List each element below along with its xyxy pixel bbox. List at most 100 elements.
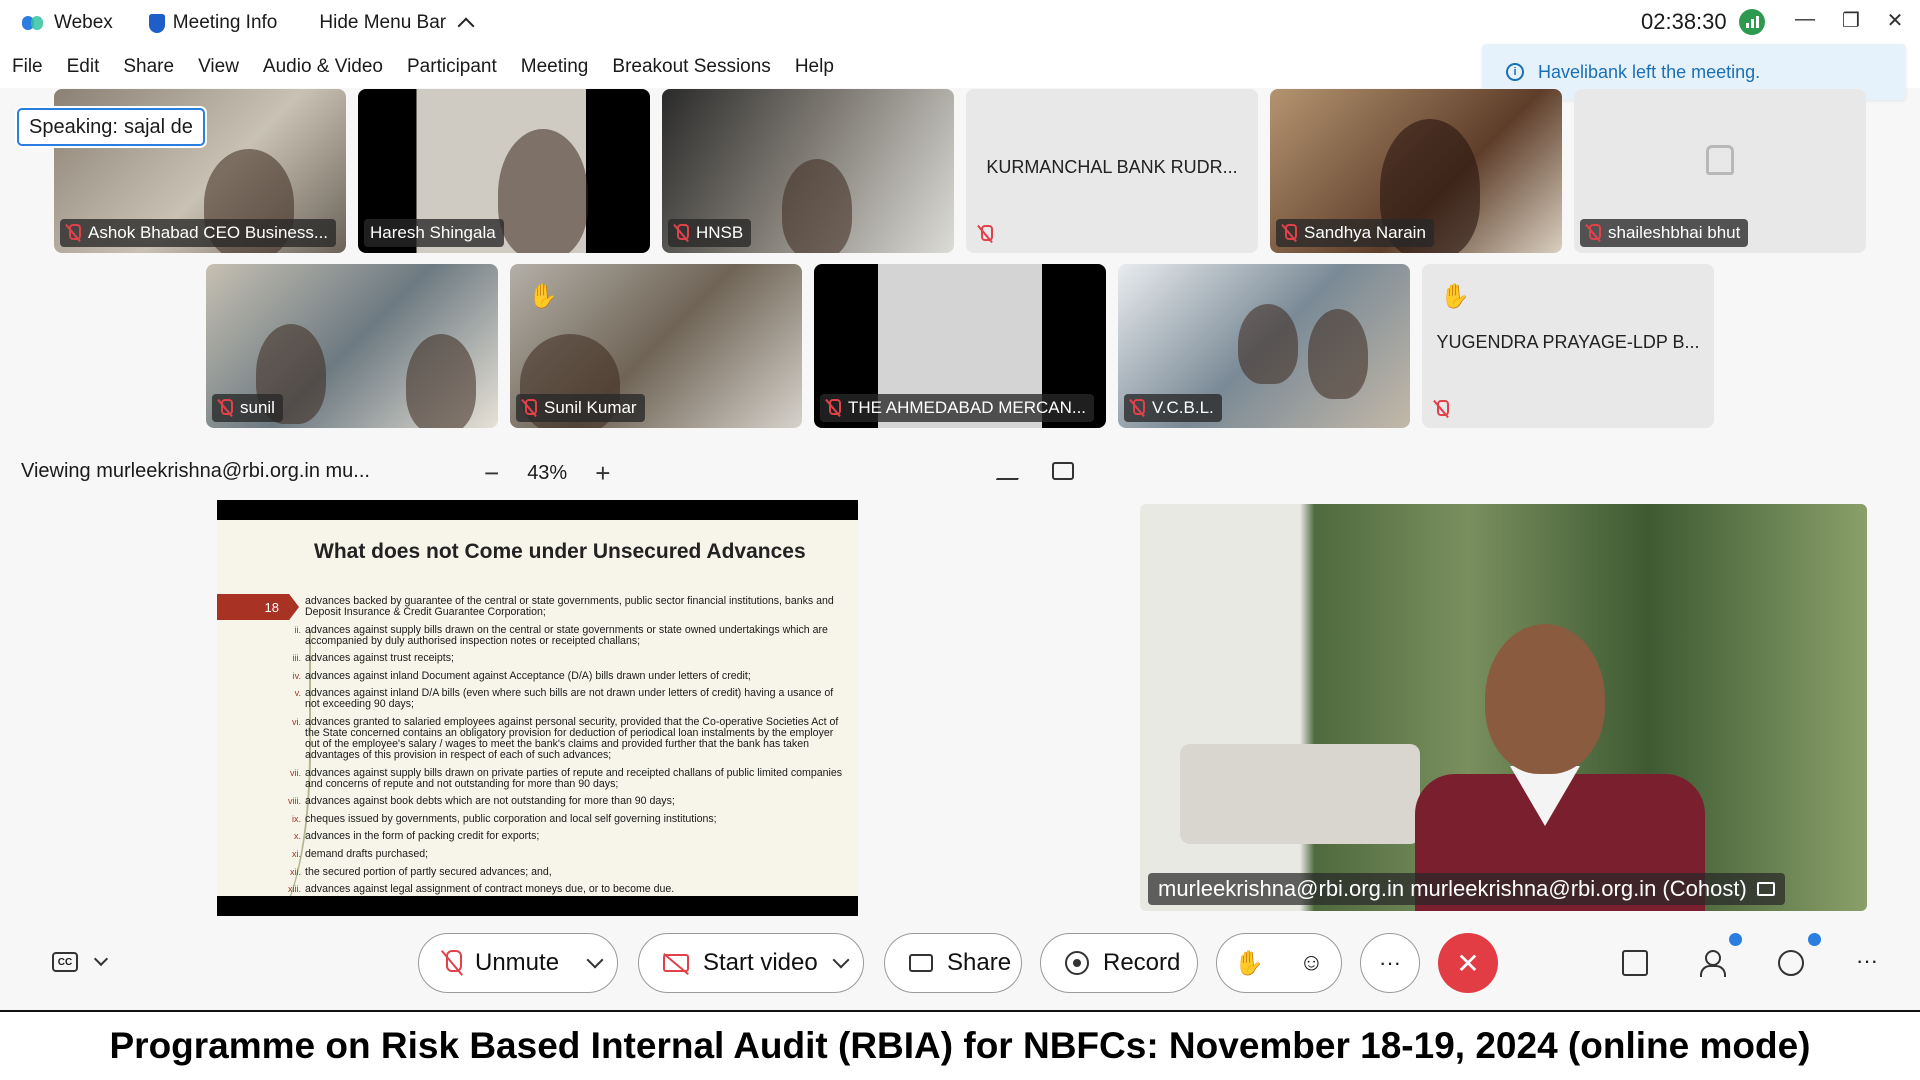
list-item: iii. advances against trust receipts; <box>292 652 454 665</box>
participant-name: sunil <box>240 398 275 417</box>
participant-tile[interactable]: Sandhya Narain <box>1270 89 1562 253</box>
raise-hand-icon[interactable]: ✋ <box>1234 949 1264 978</box>
participant-name: Sandhya Narain <box>1304 223 1426 242</box>
presenter-video[interactable]: murleekrishna@rbi.org.in murleekrishna@r… <box>1140 504 1867 911</box>
chevron-down-icon[interactable] <box>93 951 109 967</box>
end-call-button[interactable]: ✕ <box>1438 933 1498 993</box>
meeting-info-button[interactable]: Meeting Info <box>137 0 290 46</box>
zoom-controls: − 43% + <box>484 458 610 489</box>
participant-name: V.C.B.L. <box>1152 398 1214 417</box>
chevron-down-icon[interactable] <box>586 951 604 969</box>
list-item: viii. advances against book debts which a… <box>288 795 675 808</box>
participant-name-tag: V.C.B.L. <box>1124 394 1222 422</box>
mic-muted-icon <box>218 399 233 417</box>
participant-name: KURMANCHAL BANK RUDR... <box>986 157 1238 177</box>
list-item: xiii. advances against legal assignment o… <box>288 883 675 896</box>
apps-icon[interactable] <box>1622 950 1648 976</box>
mic-muted-icon <box>522 399 537 417</box>
chevron-down-icon[interactable] <box>832 951 850 969</box>
unmute-button[interactable]: Unmute <box>418 933 618 993</box>
meeting-info-label: Meeting Info <box>172 12 278 33</box>
participant-name-tag: Sandhya Narain <box>1276 219 1434 247</box>
list-item: ix. cheques issued by governments, public… <box>292 812 717 825</box>
menu-participant[interactable]: Participant <box>395 46 509 88</box>
connection-signal-icon[interactable] <box>1739 9 1765 35</box>
participant-tile[interactable]: sunil <box>206 264 498 428</box>
participant-tile[interactable]: Haresh Shingala <box>358 89 650 253</box>
slide-list: advances backed by guarantee of the cent… <box>287 596 843 896</box>
close-icon[interactable]: ✕ <box>1880 8 1910 33</box>
menu-help[interactable]: Help <box>783 46 846 88</box>
participant-tile[interactable]: HNSB <box>662 89 954 253</box>
presenter-name-tag: murleekrishna@rbi.org.in murleekrishna@r… <box>1148 873 1785 905</box>
screen-view-options-icon[interactable] <box>1052 462 1074 480</box>
presenter-name: murleekrishna@rbi.org.in murleekrishna@r… <box>1158 876 1747 901</box>
menu-file[interactable]: File <box>0 46 55 88</box>
unmute-label: Unmute <box>475 949 560 976</box>
list-item: vi. advances granted to salaried employee… <box>292 715 839 761</box>
mic-muted-icon <box>1282 224 1297 242</box>
reactions-icon[interactable]: ☺ <box>1299 949 1324 977</box>
start-video-button[interactable]: Start video <box>638 933 864 993</box>
record-icon <box>1065 951 1089 975</box>
chat-badge <box>1808 933 1821 946</box>
closed-captions-icon[interactable]: CC <box>52 952 78 972</box>
hide-menu-label: Hide Menu Bar <box>319 12 447 33</box>
participant-name: Haresh Shingala <box>370 223 496 242</box>
minimize-icon[interactable]: — <box>1790 8 1820 31</box>
raised-hand-icon: ✋ <box>1440 283 1470 310</box>
restore-icon[interactable]: ❐ <box>1836 8 1866 33</box>
menu-view[interactable]: View <box>186 46 251 88</box>
participant-name: YUGENDRA PRAYAGE-LDP B... <box>1436 332 1700 352</box>
speaking-prefix: Speaking: <box>29 115 118 138</box>
zoom-level: 43% <box>527 462 568 484</box>
participant-name-tag: Haresh Shingala <box>364 219 504 247</box>
mic-muted-icon <box>1434 400 1449 418</box>
menu-audio-video[interactable]: Audio & Video <box>251 46 395 88</box>
participant-name-tag: Ashok Bhabad CEO Business... <box>60 219 337 247</box>
more-options-button[interactable]: ··· <box>1360 933 1420 993</box>
participant-tile[interactable]: V.C.B.L. <box>1118 264 1410 428</box>
participant-name: HNSB <box>696 223 744 242</box>
mic-muted-icon <box>674 224 689 242</box>
hide-menu-bar-button[interactable]: Hide Menu Bar <box>307 0 484 46</box>
zoom-in-button[interactable]: + <box>595 458 610 489</box>
menu-edit[interactable]: Edit <box>55 46 112 88</box>
shield-icon <box>148 13 165 33</box>
participant-tile[interactable]: shaileshbhai bhut <box>1574 89 1866 253</box>
start-video-label: Start video <box>703 949 818 976</box>
menu-breakout-sessions[interactable]: Breakout Sessions <box>600 46 782 88</box>
mic-muted-icon <box>443 950 462 976</box>
reactions-group: ✋ ☺ <box>1216 933 1342 993</box>
list-item: v. advances against inland D/A bills (eve… <box>294 687 834 711</box>
menu-share[interactable]: Share <box>111 46 186 88</box>
participant-tile[interactable]: KURMANCHAL BANK RUDR... <box>966 89 1258 253</box>
record-button[interactable]: Record <box>1040 933 1198 993</box>
mic-muted-icon <box>66 224 81 242</box>
popout-icon[interactable] <box>1756 882 1775 896</box>
menu-meeting[interactable]: Meeting <box>509 46 601 88</box>
participant-tile[interactable]: ✋ YUGENDRA PRAYAGE-LDP B... <box>1422 264 1714 428</box>
list-item: x. advances in the form of packing credit… <box>293 830 540 843</box>
mic-muted-icon <box>1586 224 1601 242</box>
participants-icon[interactable] <box>1700 950 1726 977</box>
webex-app-button[interactable]: Webex <box>10 0 125 46</box>
shared-content[interactable]: What does not Come under Unsecured Advan… <box>217 500 858 916</box>
title-bar: Webex Meeting Info Hide Menu Bar 02:38:3… <box>0 0 1920 46</box>
video-off-icon <box>663 954 689 972</box>
zoom-out-button[interactable]: − <box>484 458 499 489</box>
programme-banner: Programme on Risk Based Internal Audit (… <box>0 1010 1920 1080</box>
participant-name-tag: shaileshbhai bhut <box>1580 219 1749 247</box>
share-button[interactable]: Share <box>884 933 1022 993</box>
mic-muted-icon <box>826 399 841 417</box>
chat-icon[interactable] <box>1778 950 1804 976</box>
mic-muted-icon <box>1130 399 1145 417</box>
speaking-name: sajal de <box>123 115 193 138</box>
participant-name: Ashok Bhabad CEO Business... <box>88 223 329 242</box>
participant-name: shaileshbhai bhut <box>1608 223 1741 242</box>
participant-tile[interactable]: THE AHMEDABAD MERCAN... <box>814 264 1106 428</box>
chevron-up-icon <box>457 17 475 35</box>
participant-tile[interactable]: ✋ Sunil Kumar <box>510 264 802 428</box>
overflow-menu-icon[interactable]: ··· <box>1856 948 1878 974</box>
annotate-icon[interactable] <box>995 462 1029 480</box>
